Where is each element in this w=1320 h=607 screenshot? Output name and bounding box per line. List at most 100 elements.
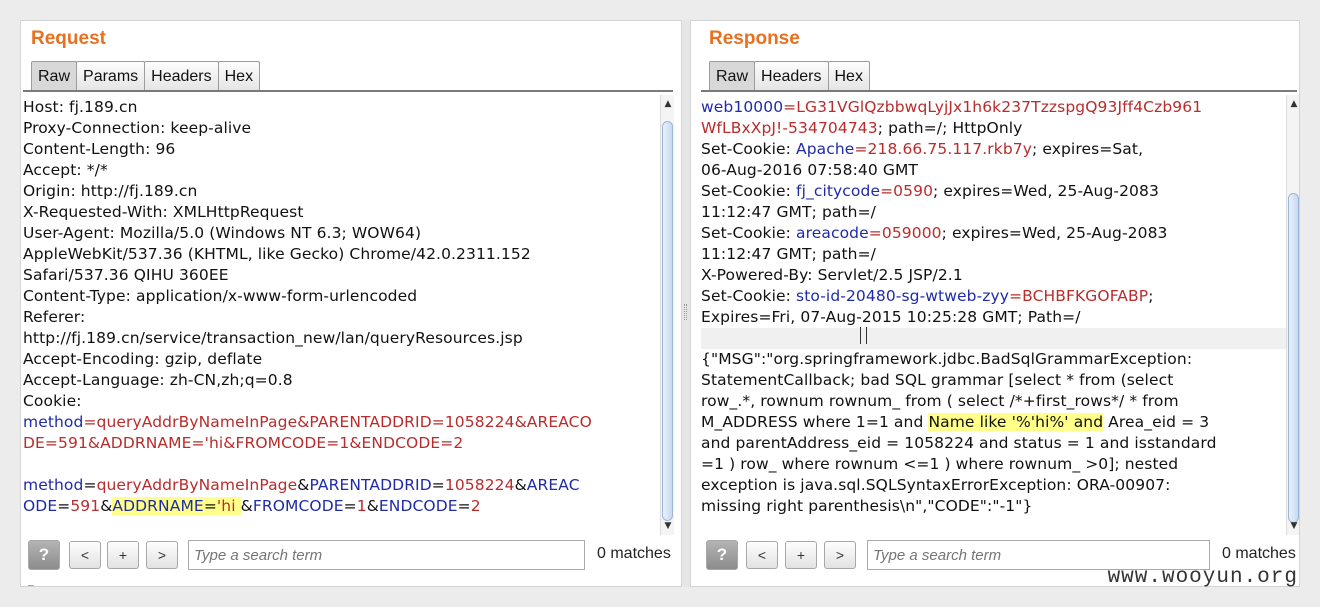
footer-text: P bbox=[27, 582, 36, 586]
code-token: ; expires=Wed, 25-Aug-2083 bbox=[933, 182, 1159, 200]
tab-hex[interactable]: Hex bbox=[217, 61, 261, 91]
code-token: AppleWebKit/537.36 (KHTML, like Gecko) C… bbox=[23, 245, 531, 263]
code-token: Accept-Language: zh-CN,zh;q=0.8 bbox=[23, 371, 293, 389]
response-editor[interactable]: web10000=LG31VGlQzbbwqLyjJx1h6k237Tzzspg… bbox=[701, 97, 1287, 535]
add-button[interactable]: + bbox=[785, 541, 817, 569]
code-token: queryAddrByNameInPage bbox=[96, 476, 298, 494]
tab-underline bbox=[23, 90, 673, 92]
code-line: Accept-Language: zh-CN,zh;q=0.8 bbox=[23, 370, 659, 391]
add-button[interactable]: + bbox=[107, 541, 139, 569]
tab-raw[interactable]: Raw bbox=[31, 61, 78, 91]
code-line: Accept: */* bbox=[23, 160, 659, 181]
code-line: method=queryAddrByNameInPage&PARENTADDRI… bbox=[23, 412, 659, 433]
code-line: exception is java.sql.SQLSyntaxErrorExce… bbox=[701, 475, 1287, 496]
code-token: method bbox=[23, 476, 84, 494]
code-line: Host: fj.189.cn bbox=[23, 97, 659, 118]
request-title: Request bbox=[31, 28, 106, 49]
code-token: Proxy-Connection: keep-alive bbox=[23, 119, 252, 137]
code-token: Origin: http://fj.189.cn bbox=[23, 182, 198, 200]
tab-headers[interactable]: Headers bbox=[144, 61, 219, 91]
request-scrollbar[interactable]: ▲ ▼ bbox=[660, 95, 674, 535]
response-title: Response bbox=[709, 28, 800, 49]
code-token: Content-Type: application/x-www-form-url… bbox=[23, 287, 418, 305]
code-line: Set-Cookie: fj_citycode=0590; expires=We… bbox=[701, 181, 1287, 202]
code-token: = bbox=[457, 497, 471, 515]
code-token: areacode bbox=[796, 224, 869, 242]
tab-hex[interactable]: Hex bbox=[827, 61, 870, 91]
tab-raw[interactable]: Raw bbox=[709, 61, 756, 91]
code-line: Set-Cookie: Apache=218.66.75.117.rkb7y; … bbox=[701, 139, 1287, 160]
tab-headers[interactable]: Headers bbox=[754, 61, 829, 91]
code-token: row_.*, rownum rownum_ from ( select /*+… bbox=[701, 392, 1179, 410]
code-token: Expires=Fri, 07-Aug-2015 10:25:28 GMT; P… bbox=[701, 308, 1081, 326]
request-tabs: Raw Params Headers Hex bbox=[31, 61, 261, 91]
code-token: Referer: bbox=[23, 308, 86, 326]
code-token: Cookie: bbox=[23, 392, 82, 410]
request-editor[interactable]: Host: fj.189.cn Proxy-Connection: keep-al… bbox=[23, 97, 659, 535]
code-token: Set-Cookie: bbox=[701, 182, 797, 200]
code-token: missing right parenthesis\n","CODE":"-1"… bbox=[701, 497, 1033, 515]
code-line: web10000=LG31VGlQzbbwqLyjJx1h6k237Tzzspg… bbox=[701, 97, 1287, 118]
code-line: Accept-Encoding: gzip, deflate bbox=[23, 349, 659, 370]
code-token: StatementCallback; bad SQL grammar [sele… bbox=[701, 371, 1174, 389]
code-token: web10000 bbox=[701, 98, 784, 116]
scroll-up-icon[interactable]: ▲ bbox=[661, 97, 675, 111]
code-line: {"MSG":"org.springframework.jdbc.BadSqlG… bbox=[701, 349, 1287, 370]
code-token: Content-Length: 96 bbox=[23, 140, 176, 158]
next-match-button[interactable]: > bbox=[146, 541, 178, 569]
code-token: ADDRNAME bbox=[112, 497, 204, 515]
code-line: Set-Cookie: areacode=059000; expires=Wed… bbox=[701, 223, 1287, 244]
scroll-thumb[interactable] bbox=[1288, 193, 1299, 523]
pane-splitter[interactable] bbox=[682, 20, 690, 587]
code-line: Safari/537.36 QIHU 360EE bbox=[23, 265, 659, 286]
code-token: ; expires=Sat, bbox=[1032, 140, 1144, 158]
code-token: =218.66.75.117.rkb7y bbox=[854, 140, 1032, 158]
code-token: X-Requested-With: XMLHttpRequest bbox=[23, 203, 304, 221]
response-pane: Response Raw Headers Hex web10000=LG31VG… bbox=[690, 20, 1300, 587]
code-token: sto-id-20480-sg-wtweb-zyy bbox=[796, 287, 1010, 305]
scroll-up-icon[interactable]: ▲ bbox=[1287, 97, 1299, 111]
help-button[interactable]: ? bbox=[706, 540, 738, 570]
scroll-down-icon[interactable]: ▼ bbox=[1287, 519, 1299, 533]
search-input[interactable] bbox=[188, 540, 585, 570]
code-token: PARENTADDRID bbox=[309, 476, 432, 494]
code-token: WfLBxXpJ!-534704743 bbox=[701, 119, 878, 137]
code-token: Apache bbox=[796, 140, 855, 158]
scroll-down-icon[interactable]: ▼ bbox=[661, 519, 675, 533]
code-token: Safari/537.36 QIHU 360EE bbox=[23, 266, 229, 284]
prev-match-button[interactable]: < bbox=[746, 541, 778, 569]
code-token: DE=591&ADDRNAME='hi&FROMCODE=1&ENDCODE=2 bbox=[23, 434, 464, 452]
code-line: 11:12:47 GMT; path=/ bbox=[701, 244, 1287, 265]
code-line: Referer: bbox=[23, 307, 659, 328]
code-line: X-Requested-With: XMLHttpRequest bbox=[23, 202, 659, 223]
code-token: 06-Aug-2016 07:58:40 GMT bbox=[701, 161, 919, 179]
code-token: =059000 bbox=[868, 224, 942, 242]
code-token: 1058224 bbox=[444, 476, 515, 494]
response-scrollbar[interactable]: ▲ ▼ bbox=[1286, 95, 1299, 535]
code-token: & bbox=[100, 497, 113, 515]
code-token: Accept: */* bbox=[23, 161, 108, 179]
prev-match-button[interactable]: < bbox=[69, 541, 101, 569]
help-button[interactable]: ? bbox=[28, 540, 60, 570]
code-token: ENDCODE bbox=[378, 497, 458, 515]
code-token: & bbox=[366, 497, 379, 515]
code-token: Host: fj.189.cn bbox=[23, 98, 138, 116]
code-token: Accept-Encoding: gzip, deflate bbox=[23, 350, 263, 368]
code-line: =1 ) row_ where rownum <=1 ) where rownu… bbox=[701, 454, 1287, 475]
code-line: Proxy-Connection: keep-alive bbox=[23, 118, 659, 139]
code-line: Cookie: bbox=[23, 391, 659, 412]
code-token: {"MSG":"org.springframework.jdbc.BadSqlG… bbox=[701, 350, 1193, 368]
code-token: Name like '%'hi%' and bbox=[928, 413, 1104, 431]
code-token: =0590 bbox=[880, 182, 934, 200]
code-token: & bbox=[514, 476, 527, 494]
code-token: ODE bbox=[23, 497, 58, 515]
code-line: User-Agent: Mozilla/5.0 (Windows NT 6.3;… bbox=[23, 223, 659, 244]
tab-params[interactable]: Params bbox=[76, 61, 146, 91]
code-line: WfLBxXpJ!-534704743; path=/; HttpOnly bbox=[701, 118, 1287, 139]
code-token: and parentAddress_eid = 1058224 and stat… bbox=[701, 434, 1217, 452]
scroll-thumb[interactable] bbox=[662, 121, 673, 521]
code-token: ; expires=Wed, 25-Aug-2083 bbox=[941, 224, 1168, 242]
next-match-button[interactable]: > bbox=[824, 541, 856, 569]
code-line: M_ADDRESS where 1=1 and Name like '%'hi%… bbox=[701, 412, 1287, 433]
